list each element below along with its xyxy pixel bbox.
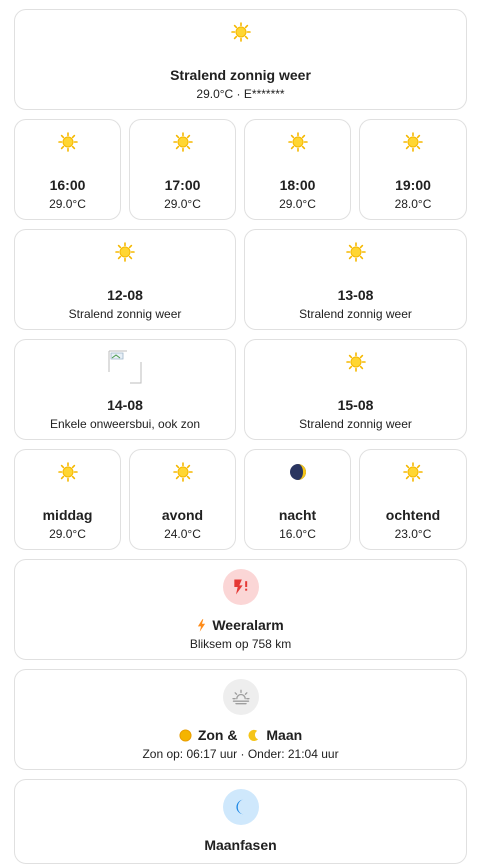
hour-time: 19:00 — [395, 177, 431, 193]
daily-card[interactable]: 12-08 Stralend zonnig weer — [14, 229, 236, 330]
hour-temp: 29.0°C — [49, 197, 86, 211]
weather-alarm-card[interactable]: Weeralarm Bliksem op 758 km — [14, 559, 467, 660]
hourly-card[interactable]: 19:00 28.0°C — [359, 119, 467, 220]
sun-icon — [230, 21, 252, 43]
sun-icon — [57, 131, 79, 153]
daypart-temp: 23.0°C — [394, 527, 432, 541]
hour-time: 17:00 — [164, 177, 201, 193]
day-condition: Stralend zonnig weer — [299, 417, 412, 431]
day-date: 13-08 — [337, 287, 374, 303]
sun-small-icon — [179, 729, 192, 742]
sun-icon — [345, 351, 367, 373]
sun-icon — [172, 461, 194, 483]
moon-title: Maan — [266, 727, 303, 743]
hourly-card[interactable]: 16:00 29.0°C — [14, 119, 121, 220]
sun-icon — [172, 131, 194, 153]
day-condition: Stralend zonnig weer — [68, 307, 182, 321]
lightning-alert-icon — [222, 569, 259, 605]
sun-icon — [402, 461, 424, 483]
daypart-name: avond — [161, 507, 204, 523]
day-date: 14-08 — [107, 397, 143, 413]
sun-icon — [345, 241, 367, 263]
daypart-temp: 16.0°C — [279, 527, 316, 541]
daypart-name: ochtend — [385, 507, 441, 523]
sun-icon — [287, 131, 309, 153]
hour-temp: 29.0°C — [279, 197, 316, 211]
daypart-card[interactable]: nacht 16.0°C — [244, 449, 351, 550]
sunrise-icon — [222, 679, 259, 715]
daypart-card[interactable]: middag 29.0°C — [14, 449, 121, 550]
hour-time: 18:00 — [279, 177, 316, 193]
crescent-moon-icon — [248, 729, 259, 742]
daypart-card[interactable]: avond 24.0°C — [129, 449, 236, 550]
sun-times-text: Zon op: 06:17 uur · Onder: 21:04 uur — [142, 747, 339, 761]
day-date: 12-08 — [107, 287, 143, 303]
current-weather-card[interactable]: Stralend zonnig weer 29.0°C · E******* — [14, 9, 467, 110]
current-condition: Stralend zonnig weer — [170, 67, 311, 83]
hour-temp: 28.0°C — [394, 197, 432, 211]
daily-card[interactable]: 15-08 Stralend zonnig weer — [244, 339, 467, 440]
day-condition: Stralend zonnig weer — [299, 307, 412, 321]
moon-icon — [222, 789, 259, 825]
hourly-card[interactable]: 18:00 29.0°C — [244, 119, 351, 220]
weather-alarm-text: Bliksem op 758 km — [189, 637, 292, 651]
moon-phase-card[interactable]: Maanfasen — [14, 779, 467, 864]
sun-icon — [57, 461, 79, 483]
daypart-temp: 24.0°C — [164, 527, 201, 541]
current-details: 29.0°C · E******* — [196, 87, 285, 101]
sun-icon — [402, 131, 424, 153]
sun-moon-card[interactable]: Zon & Maan Zon op: 06:17 uur · Onder: 21… — [14, 669, 467, 770]
hourly-card[interactable]: 17:00 29.0°C — [129, 119, 236, 220]
daypart-temp: 29.0°C — [49, 527, 86, 541]
daypart-card[interactable]: ochtend 23.0°C — [359, 449, 467, 550]
lightning-icon — [198, 619, 206, 632]
hour-time: 16:00 — [49, 177, 86, 193]
daypart-name: middag — [42, 507, 93, 523]
sun-title: Zon & — [197, 727, 238, 743]
weather-alarm-title: Weeralarm — [212, 617, 284, 633]
daypart-name: nacht — [278, 507, 317, 523]
day-condition: Enkele onweersbui, ook zon — [49, 417, 201, 431]
day-date: 15-08 — [337, 397, 374, 413]
daily-card[interactable]: 14-08 Enkele onweersbui, ook zon — [14, 339, 236, 440]
sun-icon — [114, 241, 136, 263]
moon-icon — [287, 461, 309, 483]
moon-phase-title: Maanfasen — [204, 837, 277, 853]
broken-image-icon — [108, 350, 142, 384]
hour-temp: 29.0°C — [164, 197, 201, 211]
daily-card[interactable]: 13-08 Stralend zonnig weer — [244, 229, 467, 330]
